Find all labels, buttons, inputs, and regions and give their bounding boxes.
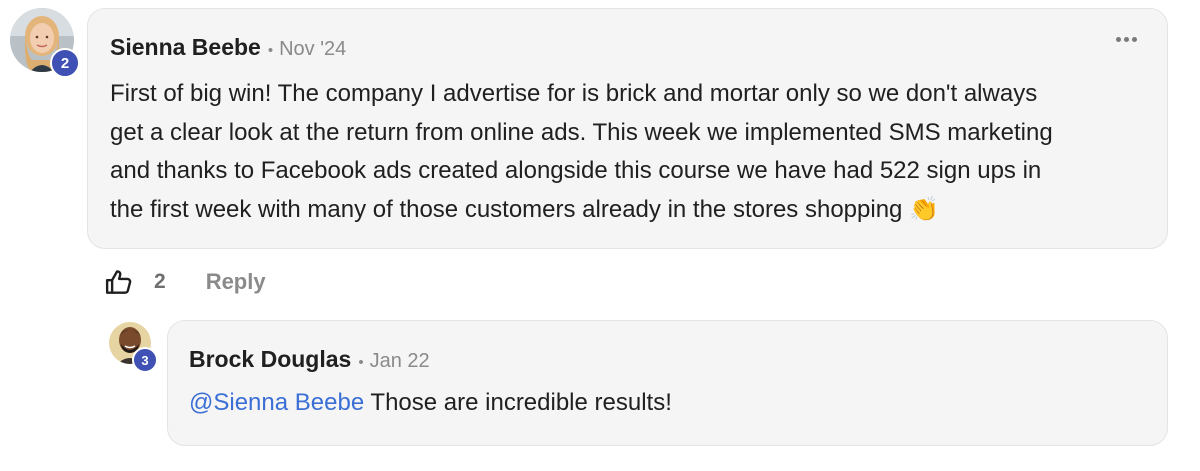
comment-meta: Sienna Beebe • Nov '24 — [110, 34, 346, 61]
reply-meta: Brock Douglas • Jan 22 — [189, 346, 430, 373]
thumbs-up-icon — [105, 270, 132, 294]
like-button[interactable]: 2 — [104, 267, 166, 297]
comment-author-name[interactable]: Sienna Beebe — [110, 34, 261, 61]
meta-separator: • — [267, 42, 274, 59]
reply-author-level-badge: 3 — [132, 347, 158, 373]
comment-date[interactable]: Nov '24 — [279, 38, 346, 61]
author-level-badge: 2 — [50, 48, 80, 78]
comment-thread: 2 Sienna Beebe • Nov '24 First of big wi… — [0, 0, 1200, 471]
reply-text: Those are incredible results! — [364, 389, 672, 416]
reply-author-name[interactable]: Brock Douglas — [189, 346, 351, 373]
comment-body: First of big win! The company I advertis… — [110, 75, 1053, 229]
like-count: 2 — [154, 270, 166, 293]
reply-bubble: Brock Douglas • Jan 22 @Sienna Beebe Tho… — [167, 320, 1168, 446]
comment-bubble: Sienna Beebe • Nov '24 First of big win!… — [87, 8, 1168, 249]
comment-body-line: First of big win! The company I advertis… — [110, 80, 1038, 107]
comment-body-line: the first week with many of those custom… — [110, 195, 939, 223]
comment-body-line: and thanks to Facebook ads created along… — [110, 157, 1042, 184]
reply-button[interactable]: Reply — [206, 269, 266, 295]
reply-date[interactable]: Jan 22 — [370, 350, 430, 373]
comment-actions: 2 Reply — [104, 265, 266, 299]
reply-body: @Sienna Beebe Those are incredible resul… — [189, 387, 672, 419]
mention-link[interactable]: @Sienna Beebe — [189, 389, 364, 416]
comment-body-line: get a clear look at the return from onli… — [110, 118, 1053, 146]
more-horizontal-icon[interactable] — [1116, 37, 1137, 42]
meta-separator: • — [358, 354, 364, 371]
